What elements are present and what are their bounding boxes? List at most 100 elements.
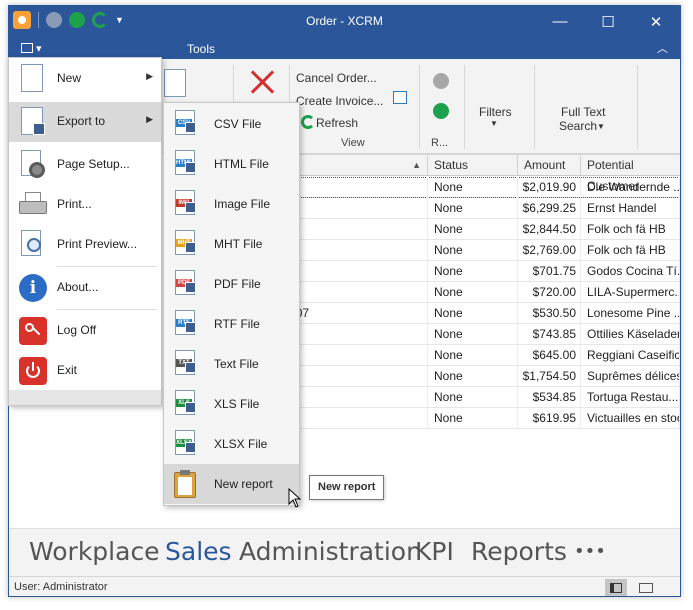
export-item-html-file[interactable]: HTML HTML File [164,144,299,184]
cell-customer[interactable]: Lonesome Pine ... [581,303,680,324]
minimize-button[interactable]: — [537,6,583,37]
ribbon-separator [464,65,465,149]
export-item-mht-file[interactable]: MHT MHT File [164,224,299,264]
delete-icon[interactable] [249,69,275,95]
create-invoice-button[interactable]: Create Invoice... [296,94,383,108]
export-item-image-file[interactable]: IMG Image File [164,184,299,224]
cell-amount[interactable]: $2,769.00 [518,240,581,261]
cell-customer[interactable]: Die Wandernde ... [581,177,680,198]
cell-status[interactable]: None [428,366,518,387]
refresh-icon [301,115,315,129]
full-text-search-button[interactable]: Search [559,119,597,133]
export-item-label: XLS File [214,397,260,411]
cell-status[interactable]: None [428,198,518,219]
nav-item-administration[interactable]: Administration [239,537,422,566]
cell-customer[interactable]: Folk och fä HB [581,240,680,261]
chevron-down-icon: ▾ [36,42,42,55]
group-caption-r: R... [431,137,449,149]
export-item-xlsx-file[interactable]: XLSX XLSX File [164,424,299,464]
reading-view-icon[interactable] [635,579,657,596]
cell-status[interactable]: None [428,240,518,261]
cell-customer[interactable]: Ottilies Käseladen [581,324,680,345]
cell-amount[interactable]: $2,019.90 [518,177,581,198]
cancel-order-button[interactable]: Cancel Order... [296,71,377,85]
cell-amount[interactable]: $534.85 [518,387,581,408]
menu-item-export-to[interactable]: Export to ▶ [9,102,161,142]
export-item-csv-file[interactable]: CSV CSV File [164,104,299,144]
cell-amount[interactable]: $701.75 [518,261,581,282]
cell-customer[interactable]: Tortuga Restau... [581,387,680,408]
cell-amount[interactable]: $743.85 [518,324,581,345]
cell-status[interactable]: None [428,303,518,324]
move-down-icon[interactable] [433,103,449,119]
application-menu-button[interactable]: ▾ [21,40,53,56]
column-header-potential-customer[interactable]: Potential Customer [581,155,680,193]
export-item-pdf-file[interactable]: PDF PDF File [164,264,299,304]
export-item-xls-file[interactable]: XLS XLS File [164,384,299,424]
export-icon [17,107,47,137]
file-img-icon: IMG [172,189,198,219]
cell-status[interactable]: None [428,324,518,345]
cell-customer[interactable]: Ernst Handel [581,198,680,219]
export-item-new-report[interactable]: New report [164,464,299,504]
close-button[interactable]: ✕ [633,6,679,37]
menu-item-exit[interactable]: Exit [9,351,161,391]
cell-status[interactable]: None [428,219,518,240]
application-menu-icon [21,43,33,53]
ribbon-large-button-edge[interactable] [164,69,186,97]
cell-amount[interactable]: $530.50 [518,303,581,324]
nav-item-workplace[interactable]: Workplace [29,537,160,566]
full-text-search-label-line1[interactable]: Full Text [561,105,605,119]
printer-icon [17,190,47,220]
export-item-text-file[interactable]: TXT Text File [164,344,299,384]
nav-more-button[interactable]: ••• [574,541,606,562]
export-item-rtf-file[interactable]: RTF RTF File [164,304,299,344]
ribbon-tab-strip: ▾ Tools ︿ [9,37,680,59]
menu-item-print[interactable]: Print... [9,185,161,225]
menu-item-about[interactable]: i About... [9,268,161,308]
export-submenu: CSV CSV File HTML HTML File IMG Image File MHT… [163,102,300,506]
menu-item-new[interactable]: New ▶ [9,59,161,99]
cell-customer[interactable]: LILA-Supermerc... [581,282,680,303]
cell-customer[interactable]: Folk och fä HB [581,219,680,240]
menu-item-label: Export to [57,114,106,128]
search-dropdown-icon: ▼ [597,122,605,131]
menu-item-log-off[interactable]: Log Off [9,311,161,351]
collapse-ribbon-icon[interactable]: ︿ [657,40,668,56]
cell-status[interactable]: None [428,408,518,429]
cell-customer[interactable]: Suprêmes délices [581,366,680,387]
export-item-label: HTML File [214,157,269,171]
menu-separator [57,309,157,310]
cell-status[interactable]: None [428,177,518,198]
export-item-label: Image File [214,197,271,211]
cell-customer[interactable]: Godos Cocina Tí... [581,261,680,282]
menu-item-print-preview[interactable]: Print Preview... [9,225,161,265]
cell-amount[interactable]: $619.95 [518,408,581,429]
filters-button[interactable]: Filters [479,105,512,119]
normal-view-icon[interactable] [605,579,627,596]
cell-customer[interactable]: Victuailles en stock [581,408,680,429]
menu-item-page-setup[interactable]: Page Setup... [9,145,161,185]
cell-status[interactable]: None [428,345,518,366]
cell-amount[interactable]: $2,844.50 [518,219,581,240]
move-up-icon[interactable] [433,73,449,89]
cell-status[interactable]: None [428,261,518,282]
menu-item-label: New [57,71,82,85]
column-header-amount[interactable]: Amount [518,155,581,176]
cell-customer[interactable]: Reggiani Caseifici [581,345,680,366]
cell-status[interactable]: None [428,282,518,303]
cell-status[interactable]: None [428,387,518,408]
cell-amount[interactable]: $645.00 [518,345,581,366]
tab-tools[interactable]: Tools [187,42,215,56]
refresh-button[interactable]: Refresh [316,116,358,130]
cell-amount[interactable]: $6,299.25 [518,198,581,219]
maximize-button[interactable]: ☐ [585,6,631,37]
nav-item-kpi[interactable]: KPI [415,537,454,566]
cell-amount[interactable]: $720.00 [518,282,581,303]
cell-amount[interactable]: $1,754.50 [518,366,581,387]
file-mht-icon: MHT [172,229,198,259]
application-menu-footer [9,390,161,405]
nav-item-reports[interactable]: Reports [471,537,567,566]
column-header-status[interactable]: Status [428,155,518,176]
nav-item-sales[interactable]: Sales [165,537,232,566]
